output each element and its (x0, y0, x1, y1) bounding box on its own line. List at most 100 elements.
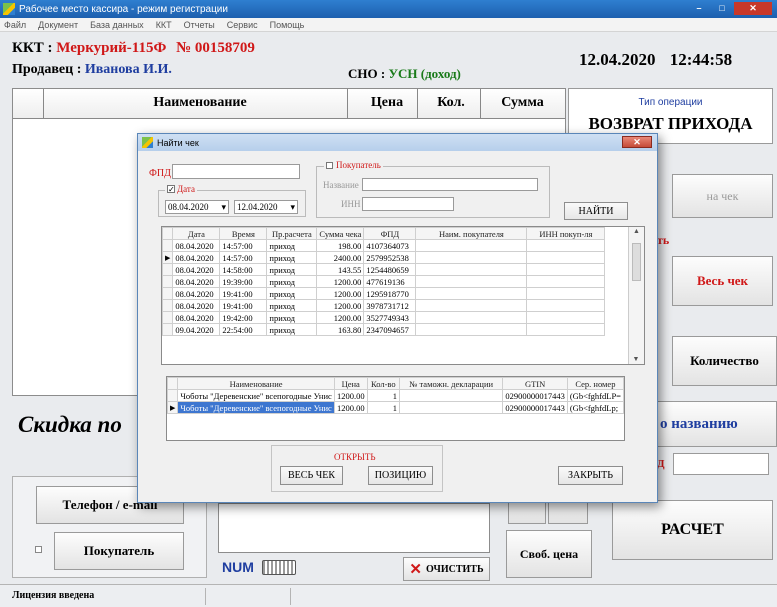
checks-cell[interactable]: приход (266, 239, 318, 252)
checks-cell[interactable] (415, 323, 528, 336)
items-cell[interactable] (398, 401, 504, 414)
checks-cell[interactable]: приход (266, 275, 318, 288)
checks-cell[interactable]: 1200.00 (316, 287, 365, 300)
checks-cell[interactable]: 1254480659 (363, 263, 417, 276)
checks-cell[interactable] (526, 239, 606, 252)
checks-col-time[interactable]: Время (219, 227, 268, 240)
row-indicator[interactable]: ▶ (167, 401, 179, 414)
checks-cell[interactable] (526, 311, 606, 324)
checks-cell[interactable]: 19:41:00 (219, 287, 268, 300)
on-check-button[interactable]: на чек (672, 174, 773, 218)
close-window-button[interactable]: ✕ (734, 2, 772, 15)
clear-button[interactable]: ✕ ОЧИСТИТЬ (403, 557, 490, 581)
items-col-name[interactable]: Наименование (177, 377, 335, 390)
checks-cell[interactable]: приход (266, 287, 318, 300)
items-cell[interactable]: Чоботы "Деревенские" всепогодные Унис (177, 389, 335, 402)
checks-cell[interactable] (415, 299, 528, 312)
checks-cell[interactable]: 1200.00 (316, 275, 365, 288)
checks-cell[interactable]: приход (266, 299, 318, 312)
checks-cell[interactable] (526, 263, 606, 276)
checks-cell[interactable]: приход (266, 263, 318, 276)
find-button[interactable]: НАЙТИ (564, 202, 628, 220)
checks-col-fpd[interactable]: ФПД (363, 227, 417, 240)
checks-cell[interactable]: 477619136 (363, 275, 417, 288)
search-by-name-button[interactable]: о названию (655, 401, 777, 447)
row-indicator[interactable] (162, 299, 174, 312)
pay-button[interactable]: РАСЧЕТ (612, 500, 773, 560)
checks-row[interactable]: 08.04.2020 19:41:00 приход 1200.00 397873171… (162, 299, 606, 312)
free-price-button[interactable]: Своб. цена (506, 530, 592, 578)
buyer-inn-input[interactable] (362, 197, 454, 211)
items-col-gtin[interactable]: GTIN (502, 377, 568, 390)
whole-check-button[interactable]: Весь чек (672, 256, 773, 306)
items-cell[interactable]: 1 (366, 389, 401, 402)
items-col-customs[interactable]: № таможн. декларации (398, 377, 504, 390)
checks-cell[interactable] (415, 239, 528, 252)
buyer-filter-checkbox[interactable] (326, 161, 333, 169)
checks-cell[interactable]: 08.04.2020 (172, 287, 221, 300)
checks-cell[interactable]: 198.00 (316, 239, 365, 252)
items-col-qty[interactable]: Кол-во (366, 377, 401, 390)
items-cell[interactable]: (Gb<fghfdLP= (566, 389, 624, 402)
checks-row[interactable]: ▶ 08.04.2020 14:57:00 приход 2400.00 25799525… (162, 251, 606, 264)
items-cell[interactable]: 1 (366, 401, 401, 414)
checks-cell[interactable] (415, 263, 528, 276)
checks-cell[interactable]: 08.04.2020 (172, 275, 221, 288)
column-name-header[interactable]: Наименование (43, 95, 357, 111)
column-price-header[interactable]: Цена (347, 95, 427, 111)
checks-cell[interactable]: 19:42:00 (219, 311, 268, 324)
scroll-down-icon[interactable]: ▼ (629, 355, 643, 363)
row-indicator[interactable] (162, 275, 174, 288)
checks-cell[interactable]: 08.04.2020 (172, 251, 221, 264)
checks-cell[interactable]: 08.04.2020 (172, 299, 221, 312)
checks-cell[interactable]: приход (266, 311, 318, 324)
column-qty-header[interactable]: Кол. (417, 95, 485, 111)
checks-cell[interactable]: приход (266, 251, 318, 264)
buyer-checkbox[interactable] (35, 546, 42, 553)
menu-reports[interactable]: Отчеты (184, 20, 215, 30)
buyer-name-input[interactable] (362, 178, 538, 191)
checks-col-date[interactable]: Дата (172, 227, 221, 240)
items-cell[interactable]: 1200.00 (333, 401, 368, 414)
checks-cell[interactable] (415, 287, 528, 300)
dialog-close-button[interactable]: ✕ (622, 136, 652, 148)
row-indicator[interactable] (162, 239, 174, 252)
checks-cell[interactable]: 14:57:00 (219, 251, 268, 264)
checks-cell[interactable]: 4107364073 (363, 239, 417, 252)
items-cell[interactable]: 02900000017443 (502, 389, 568, 402)
checks-cell[interactable]: 2400.00 (316, 251, 365, 264)
checks-cell[interactable]: 22:54:00 (219, 323, 268, 336)
buyer-button[interactable]: Покупатель (54, 532, 184, 570)
items-col-serial[interactable]: Сер. номер (566, 377, 624, 390)
checks-grid[interactable]: Дата Время Пр.расчета Сумма чека ФПД Наи… (161, 226, 645, 365)
checks-cell[interactable]: 1200.00 (316, 299, 365, 312)
checks-row[interactable]: 08.04.2020 19:41:00 приход 1200.00 129591877… (162, 287, 606, 300)
quantity-button[interactable]: Количество (672, 336, 777, 386)
items-cell[interactable]: (Gb<fghfdLp; (566, 401, 624, 414)
checks-cell[interactable]: 2579952538 (363, 251, 417, 264)
checks-col-sum[interactable]: Сумма чека (316, 227, 365, 240)
checks-cell[interactable]: 08.04.2020 (172, 311, 221, 324)
checks-cell[interactable]: 3978731712 (363, 299, 417, 312)
row-indicator[interactable] (162, 323, 174, 336)
items-cell[interactable]: 1200.00 (333, 389, 368, 402)
checks-cell[interactable]: 2347094657 (363, 323, 417, 336)
checks-cell[interactable] (526, 287, 606, 300)
keyboard-icon[interactable] (262, 560, 296, 575)
check-items-grid[interactable]: Наименование Цена Кол-во № таможн. декла… (166, 376, 625, 441)
checks-cell[interactable]: 3527749343 (363, 311, 417, 324)
checks-cell[interactable]: 14:57:00 (219, 239, 268, 252)
items-cell[interactable]: Чоботы "Деревенские" всепогодные Унис (177, 401, 335, 414)
checks-cell[interactable]: 19:41:00 (219, 299, 268, 312)
checks-cell[interactable]: 1295918770 (363, 287, 417, 300)
dialog-close-action-button[interactable]: ЗАКРЫТЬ (558, 466, 623, 485)
items-col-price[interactable]: Цена (333, 377, 368, 390)
row-indicator[interactable]: ▶ (162, 251, 174, 264)
checks-cell[interactable]: 143.55 (316, 263, 365, 276)
row-indicator[interactable] (167, 389, 179, 402)
fpd-input[interactable] (172, 164, 300, 179)
input-display[interactable] (218, 503, 490, 553)
date-checkbox[interactable]: ✓ (167, 185, 175, 194)
checks-row[interactable]: 08.04.2020 19:39:00 приход 1200.00 477619136 (162, 275, 606, 288)
row-indicator[interactable] (162, 263, 174, 276)
